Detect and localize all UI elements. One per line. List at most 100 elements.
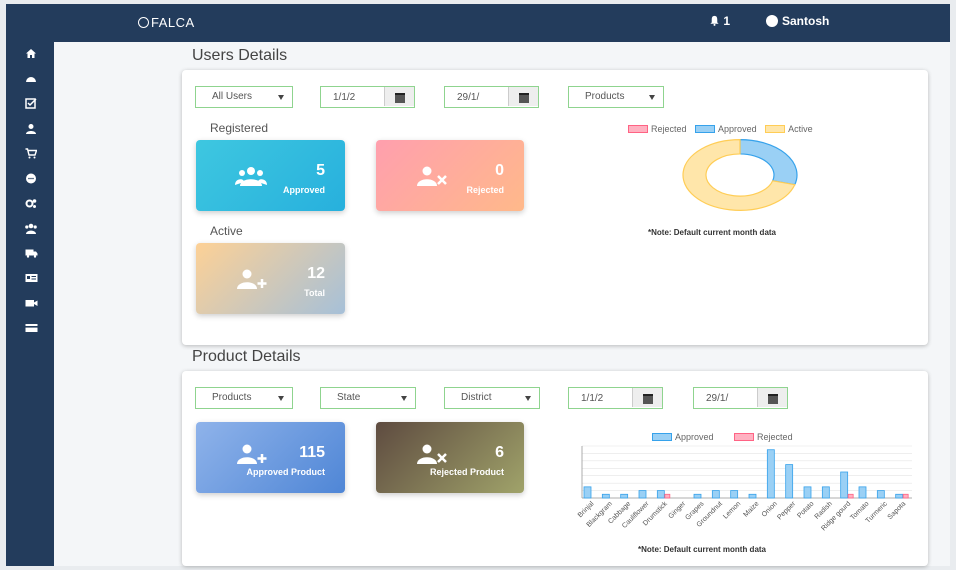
user-add-icon bbox=[237, 444, 267, 464]
bar-approved[interactable] bbox=[785, 464, 794, 499]
legend-swatch-rejected bbox=[734, 433, 755, 441]
users-date-from-input[interactable]: 1/1/2 bbox=[320, 86, 415, 108]
bar-approved[interactable] bbox=[876, 490, 885, 499]
product-bar-chart: BrinjalBlackgramCabbageCauliflowerDrumst… bbox=[577, 445, 912, 532]
rejected-users-card[interactable]: 0 Rejected bbox=[376, 140, 524, 211]
sidebar-truck-icon[interactable] bbox=[24, 248, 38, 260]
chevron-down-icon bbox=[649, 95, 655, 100]
approved-product-count: 115 bbox=[299, 444, 325, 461]
brand-logo[interactable]: FALCA bbox=[138, 15, 195, 30]
state-select[interactable]: State bbox=[320, 387, 416, 409]
sidebar-cart-icon[interactable] bbox=[24, 148, 38, 160]
users-date-from-value: 1/1/2 bbox=[333, 92, 356, 103]
total-users-card[interactable]: 12 Total bbox=[196, 243, 345, 314]
approved-product-card[interactable]: 115 Approved Product bbox=[196, 422, 345, 493]
product-filter-select[interactable]: Products bbox=[195, 387, 293, 409]
bar-approved[interactable] bbox=[748, 493, 757, 499]
district-value: District bbox=[461, 392, 492, 403]
bar-approved[interactable] bbox=[656, 490, 665, 499]
sidebar-settings-icon[interactable] bbox=[24, 198, 38, 210]
product-details-title: Product Details bbox=[192, 348, 301, 365]
bar-approved[interactable] bbox=[895, 493, 904, 499]
x-tick-label: Pepper bbox=[776, 500, 797, 521]
donut-slice-approved[interactable] bbox=[739, 139, 798, 186]
calendar-icon[interactable] bbox=[757, 388, 787, 407]
rejected-users-label: Rejected bbox=[466, 185, 504, 195]
sidebar-home-icon[interactable] bbox=[24, 48, 38, 60]
users-chart-legend: Rejected Approved Active bbox=[628, 124, 813, 134]
bar-approved[interactable] bbox=[693, 493, 702, 499]
notification-button[interactable]: 1 bbox=[709, 14, 730, 28]
calendar-icon[interactable] bbox=[508, 87, 538, 106]
bell-icon bbox=[710, 15, 719, 26]
bar-rejected[interactable] bbox=[847, 493, 854, 499]
rejected-product-label: Rejected Product bbox=[429, 467, 504, 477]
x-tick-label: Potato bbox=[796, 500, 815, 519]
product-filter-value: Products bbox=[212, 392, 252, 403]
bar-approved[interactable] bbox=[730, 490, 739, 499]
bar-approved[interactable] bbox=[766, 449, 775, 499]
users-chart-note: *Note: Default current month data bbox=[648, 228, 777, 237]
bar-approved[interactable] bbox=[601, 493, 610, 499]
sidebar-user-icon[interactable] bbox=[24, 123, 38, 135]
users-details-title: Users Details bbox=[192, 47, 288, 64]
x-tick-label: Sapota bbox=[887, 500, 908, 521]
legend-label-active: Active bbox=[788, 124, 813, 134]
user-avatar-icon bbox=[766, 15, 778, 27]
bar-approved[interactable] bbox=[858, 486, 867, 499]
sidebar-video-icon[interactable] bbox=[24, 298, 38, 310]
approved-users-card[interactable]: 5 Approved bbox=[196, 140, 345, 211]
rejected-product-card[interactable]: 6 Rejected Product bbox=[376, 422, 524, 493]
sidebar-dashboard-icon[interactable] bbox=[24, 73, 38, 85]
bar-rejected[interactable] bbox=[902, 493, 909, 499]
users-group-icon bbox=[235, 167, 267, 186]
sidebar-card-icon[interactable] bbox=[24, 323, 38, 335]
legend-label-approved: Approved bbox=[718, 124, 757, 134]
bar-approved[interactable] bbox=[638, 490, 647, 499]
bar-approved[interactable] bbox=[803, 486, 812, 499]
users-product-select[interactable]: Products bbox=[568, 86, 664, 108]
total-users-label: Total bbox=[304, 288, 325, 298]
product-date-from-input[interactable]: 1/1/2 bbox=[568, 387, 663, 409]
user-filter-value: All Users bbox=[212, 91, 253, 102]
top-navbar: FALCA 1 Santosh bbox=[6, 4, 950, 42]
user-remove-icon bbox=[417, 166, 447, 186]
product-chart-legend: Approved Rejected bbox=[652, 432, 793, 442]
district-select[interactable]: District bbox=[444, 387, 540, 409]
users-date-to-input[interactable]: 29/1/ bbox=[444, 86, 539, 108]
calendar-icon[interactable] bbox=[632, 388, 662, 407]
chevron-down-icon bbox=[278, 95, 284, 100]
user-add-icon bbox=[237, 269, 267, 289]
legend-swatch-approved bbox=[695, 125, 716, 133]
legend-swatch-active bbox=[765, 125, 786, 133]
approved-users-label: Approved bbox=[282, 185, 325, 195]
users-date-to-value: 29/1/ bbox=[457, 92, 480, 103]
calendar-icon[interactable] bbox=[384, 87, 414, 106]
sidebar-group-icon[interactable] bbox=[24, 223, 38, 235]
approved-product-label: Approved Product bbox=[246, 467, 325, 477]
bar-approved[interactable] bbox=[821, 486, 830, 499]
user-menu[interactable]: Santosh bbox=[766, 14, 829, 28]
sidebar bbox=[6, 42, 54, 566]
brand-name: FALCA bbox=[151, 15, 195, 30]
x-tick-label: Lemon bbox=[722, 500, 742, 520]
bar-rejected[interactable] bbox=[664, 493, 671, 499]
legend-swatch-rejected bbox=[628, 125, 648, 133]
user-name: Santosh bbox=[782, 14, 830, 28]
rejected-users-count: 0 bbox=[495, 162, 504, 179]
bar-approved[interactable] bbox=[711, 490, 720, 499]
state-value: State bbox=[337, 392, 361, 403]
sidebar-checklist-icon[interactable] bbox=[24, 98, 38, 110]
sidebar-id-card-icon[interactable] bbox=[24, 273, 38, 285]
bar-approved[interactable] bbox=[583, 486, 592, 499]
user-filter-select[interactable]: All Users bbox=[195, 86, 293, 108]
bar-approved[interactable] bbox=[840, 471, 849, 499]
bar-approved[interactable] bbox=[620, 493, 629, 499]
users-product-value: Products bbox=[585, 91, 625, 102]
product-date-to-input[interactable]: 29/1/ bbox=[693, 387, 788, 409]
user-remove-icon bbox=[417, 444, 447, 464]
users-donut-chart bbox=[682, 139, 798, 211]
chevron-down-icon bbox=[401, 396, 407, 401]
notification-count: 1 bbox=[723, 14, 731, 28]
sidebar-chat-icon[interactable] bbox=[24, 173, 38, 185]
